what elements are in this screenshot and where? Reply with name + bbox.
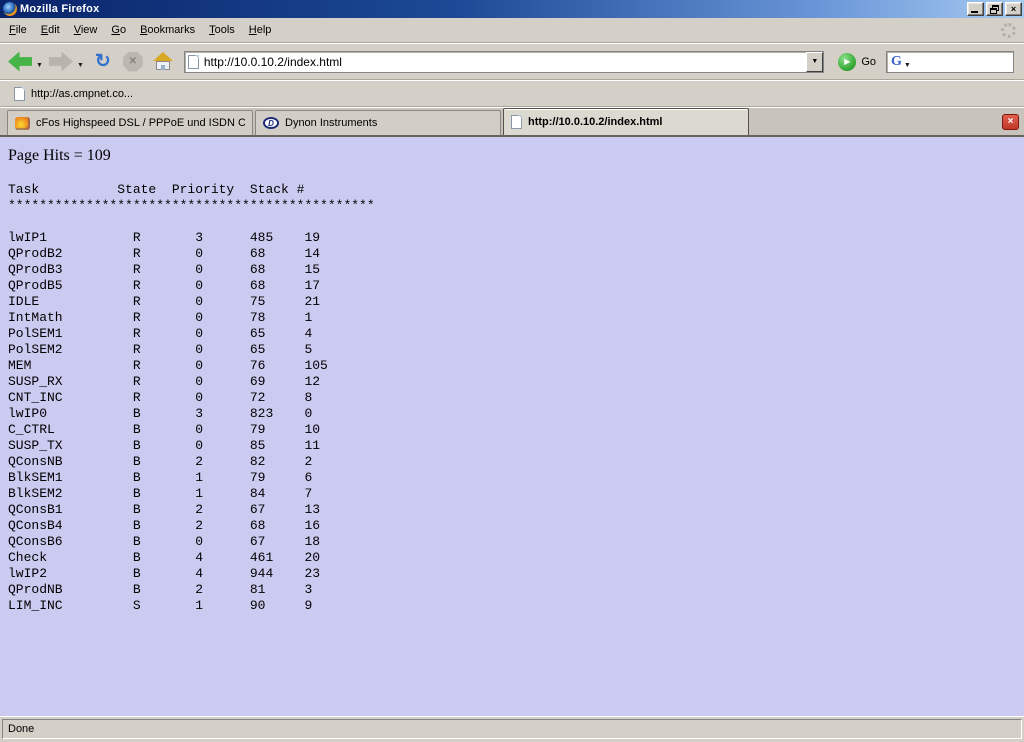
forward-button[interactable] [49,52,73,72]
table-row: BlkSEM2 B 1 84 7 [8,486,1016,502]
table-row: QProdB2 R 0 68 14 [8,246,1016,262]
bookmark-label: http://as.cmpnet.co... [31,88,133,100]
table-row: MEM R 0 76 105 [8,358,1016,374]
tab-page-icon [511,115,522,129]
table-row: QConsB1 B 2 67 13 [8,502,1016,518]
table-row: QConsB6 B 0 67 18 [8,534,1016,550]
forward-dropdown-icon[interactable]: ▼ [77,62,84,69]
window-title: Mozilla Firefox [20,3,965,15]
throbber-icon [1001,23,1016,38]
google-search-icon: G [891,55,902,69]
search-input[interactable] [913,55,1013,69]
firefox-window: Mozilla Firefox × File Edit View Go Book… [0,0,1024,742]
bookmark-item[interactable]: http://as.cmpnet.co... [10,85,137,103]
table-row: C_CTRL B 0 79 10 [8,422,1016,438]
dynon-favicon-icon: D [263,117,279,129]
go-label: Go [861,56,876,68]
tab-label: http://10.0.10.2/index.html [528,116,662,128]
minimize-icon [971,11,978,13]
table-row: SUSP_TX B 0 85 11 [8,438,1016,454]
home-button[interactable] [150,50,176,74]
bookmark-page-icon [14,87,25,101]
table-separator-line: ****************************************… [8,198,1016,214]
go-button[interactable]: ▶ Go [832,53,882,71]
table-row: lwIP1 R 3 485 19 [8,230,1016,246]
page-content: Page Hits = 109 Task State Priority Stac… [0,137,1024,716]
menu-help[interactable]: Help [242,21,279,39]
tab-label: Dynon Instruments [285,117,377,129]
table-row: Check B 4 461 20 [8,550,1016,566]
home-icon [152,52,174,72]
bookmarks-toolbar: http://as.cmpnet.co... [0,80,1024,107]
restore-icon [990,5,999,14]
table-row: CNT_INC R 0 72 8 [8,390,1016,406]
table-row: PolSEM2 R 0 65 5 [8,342,1016,358]
minimize-button[interactable] [967,2,984,16]
tab-label: cFos Highspeed DSL / PPPoE und ISDN CAP.… [36,117,245,129]
go-icon: ▶ [838,53,856,71]
table-row: QConsNB B 2 82 2 [8,454,1016,470]
menu-bar: File Edit View Go Bookmarks Tools Help [0,18,1024,43]
back-button[interactable] [8,52,32,72]
reload-icon: ↻ [95,52,111,72]
menu-file[interactable]: File [2,21,34,39]
page-hits-text: Page Hits = 109 [8,147,1016,165]
menu-go[interactable]: Go [104,21,133,39]
table-row: LIM_INC S 1 90 9 [8,598,1016,614]
title-bar: Mozilla Firefox × [0,0,1024,18]
url-input[interactable] [204,55,801,69]
status-bar: Done [0,716,1024,742]
page-icon [188,55,199,69]
menu-edit[interactable]: Edit [34,21,67,39]
table-row: IntMath R 0 78 1 [8,310,1016,326]
table-row: QProdNB B 2 81 3 [8,582,1016,598]
table-row: lwIP0 B 3 823 0 [8,406,1016,422]
chevron-down-icon: ▼ [811,58,818,65]
table-blank-line [8,214,1016,230]
back-dropdown-icon[interactable]: ▼ [36,62,43,69]
stop-icon: ✕ [123,52,143,72]
url-bar[interactable]: ▼ [184,51,824,73]
table-row: lwIP2 B 4 944 23 [8,566,1016,582]
table-row: QConsB4 B 2 68 16 [8,518,1016,534]
table-row: IDLE R 0 75 21 [8,294,1016,310]
cfos-favicon-icon [15,117,30,130]
task-table: Task State Priority Stack #*************… [8,182,1016,614]
stop-button[interactable]: ✕ [120,50,146,74]
table-row: QProdB3 R 0 68 15 [8,262,1016,278]
status-panel: Done [2,719,1022,739]
table-row: QProdB5 R 0 68 17 [8,278,1016,294]
url-dropdown-button[interactable]: ▼ [806,52,823,72]
close-window-button[interactable]: × [1005,2,1022,16]
tab-dynon[interactable]: D Dynon Instruments [255,110,501,135]
status-text: Done [8,723,34,735]
table-header-line: Task State Priority Stack # [8,182,1016,198]
close-tab-button[interactable]: × [1002,114,1019,130]
navigation-toolbar: ▼ ▼ ↻ ✕ ▼ ▶ Go G ▼ [0,43,1024,80]
tab-cfos[interactable]: cFos Highspeed DSL / PPPoE und ISDN CAP.… [7,110,253,135]
menu-view[interactable]: View [67,21,105,39]
table-row: BlkSEM1 B 1 79 6 [8,470,1016,486]
menu-tools[interactable]: Tools [202,21,242,39]
firefox-logo-icon [3,2,17,16]
tab-index-active[interactable]: http://10.0.10.2/index.html [503,108,749,135]
restore-button[interactable] [986,2,1003,16]
table-row: SUSP_RX R 0 69 12 [8,374,1016,390]
reload-button[interactable]: ↻ [90,50,116,74]
table-row: PolSEM1 R 0 65 4 [8,326,1016,342]
search-engine-dropdown-icon[interactable]: ▼ [904,62,911,69]
menu-bookmarks[interactable]: Bookmarks [133,21,202,39]
tab-bar: cFos Highspeed DSL / PPPoE und ISDN CAP.… [0,107,1024,137]
search-bar[interactable]: G ▼ [886,51,1014,73]
